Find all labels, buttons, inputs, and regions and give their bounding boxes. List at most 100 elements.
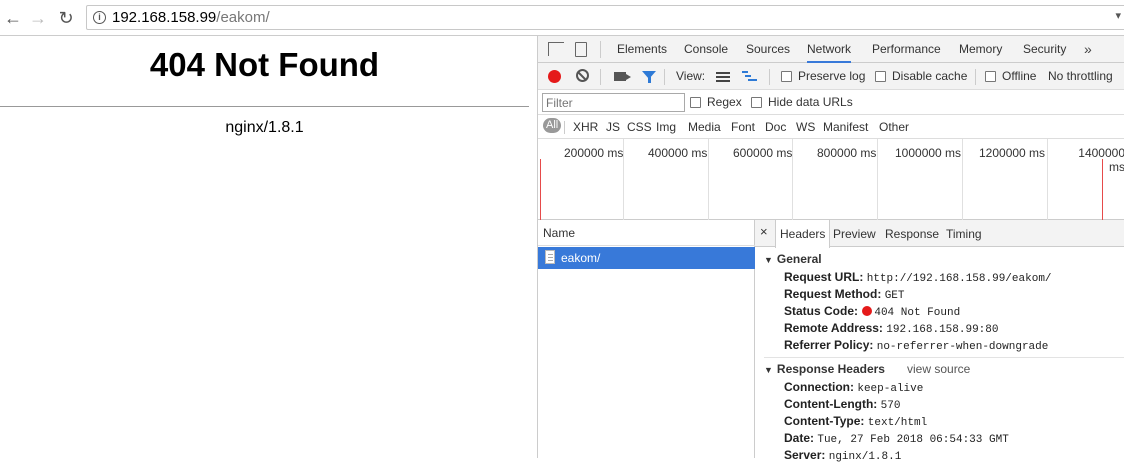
filter-icon[interactable] — [642, 71, 656, 83]
tab-network[interactable]: Network — [807, 36, 852, 63]
tab-memory[interactable]: Memory — [959, 36, 1002, 63]
referrer-policy-row: Referrer Policy: no-referrer-when-downgr… — [784, 338, 1048, 353]
header-value: 404 Not Found — [874, 307, 961, 319]
resource-type-filters: All XHR JS CSS Img Media Font Doc WS Man… — [538, 115, 1124, 139]
request-list: Name eakom/ — [538, 220, 755, 458]
connection-row: Connection: keep-alive — [784, 380, 923, 395]
type-font[interactable]: Font — [731, 120, 755, 134]
regex-checkbox[interactable] — [690, 97, 701, 108]
header-key: Connection: — [784, 380, 854, 394]
document-icon — [545, 250, 555, 264]
close-icon[interactable]: × — [760, 224, 768, 239]
separator — [769, 69, 770, 85]
info-icon[interactable]: i — [93, 11, 106, 24]
header-key: Referrer Policy: — [784, 338, 874, 352]
type-other[interactable]: Other — [879, 120, 909, 134]
network-overview-timeline[interactable]: 200000 ms 400000 ms 600000 ms 800000 ms … — [538, 139, 1124, 220]
reload-icon[interactable]: ↻ — [56, 8, 76, 28]
separator — [564, 121, 565, 134]
regex-label: Regex — [707, 95, 742, 109]
detail-tab-bar: × Headers Preview Response Timing — [755, 220, 1124, 248]
header-value: 192.168.158.99:80 — [886, 324, 999, 336]
separator — [600, 69, 601, 85]
back-arrow-icon[interactable]: ← — [3, 8, 23, 28]
device-toolbar-icon[interactable] — [575, 42, 587, 57]
response-headers-title: Response Headers — [776, 362, 885, 376]
filter-bar: Regex Hide data URLs — [538, 90, 1124, 115]
timeline-tick-label: 1400000 ms — [1078, 146, 1124, 174]
tab-timing[interactable]: Timing — [946, 220, 982, 247]
view-source-link[interactable]: view source — [907, 362, 970, 376]
server-row: Server: nginx/1.8.1 — [784, 448, 901, 463]
separator — [664, 69, 665, 85]
type-media[interactable]: Media — [688, 120, 721, 134]
capture-screenshots-icon[interactable] — [614, 72, 631, 81]
remote-address-row: Remote Address: 192.168.158.99:80 — [784, 321, 998, 336]
request-method-row: Request Method: GET — [784, 287, 905, 302]
triangle-down-icon: ▼ — [764, 255, 773, 265]
type-img[interactable]: Img — [656, 120, 676, 134]
type-doc[interactable]: Doc — [765, 120, 786, 134]
address-bar[interactable]: i 192.168.158.99/eakom/ ▾ — [86, 5, 1124, 30]
page-viewport: 404 Not Found nginx/1.8.1 — [0, 36, 537, 458]
offline-checkbox[interactable] — [985, 71, 996, 82]
response-headers-section-toggle[interactable]: ▼ Response Headers — [764, 362, 885, 376]
overview-icon[interactable] — [742, 71, 757, 83]
header-value: no-referrer-when-downgrade — [876, 341, 1049, 353]
name-column-header[interactable]: Name — [538, 220, 755, 246]
header-key: Status Code: — [784, 304, 859, 318]
type-all[interactable]: All — [543, 118, 562, 133]
header-key: Date: — [784, 431, 815, 445]
header-key: Content-Type: — [784, 414, 865, 428]
tab-response[interactable]: Response — [885, 220, 939, 247]
page-title: 404 Not Found — [149, 46, 380, 83]
tab-security[interactable]: Security — [1023, 36, 1066, 63]
record-icon[interactable] — [548, 70, 561, 83]
header-key: Remote Address: — [784, 321, 883, 335]
forward-arrow-icon[interactable]: → — [28, 8, 48, 28]
clear-icon[interactable] — [576, 69, 589, 82]
tab-headers[interactable]: Headers — [775, 220, 831, 248]
general-section-toggle[interactable]: ▼ General — [764, 252, 822, 266]
throttling-select[interactable]: No throttling — [1048, 69, 1113, 83]
more-tabs-icon[interactable]: » — [1084, 36, 1092, 63]
inspect-element-icon[interactable] — [548, 42, 564, 56]
offline-label: Offline — [1002, 69, 1037, 83]
type-xhr[interactable]: XHR — [573, 120, 598, 134]
tab-console[interactable]: Console — [684, 36, 728, 63]
type-css[interactable]: CSS — [627, 120, 652, 134]
header-key: Request Method: — [784, 287, 882, 301]
header-value: GET — [884, 290, 905, 302]
status-error-icon — [862, 306, 873, 316]
filter-input[interactable] — [542, 93, 685, 112]
view-label: View: — [676, 69, 706, 83]
timeline-gridline — [1047, 139, 1048, 220]
separator — [975, 69, 976, 85]
content-length-row: Content-Length: 570 — [784, 397, 900, 412]
chevron-down-icon[interactable]: ▾ — [1115, 9, 1121, 22]
type-manifest[interactable]: Manifest — [823, 120, 868, 134]
large-rows-icon[interactable] — [716, 72, 730, 82]
timeline-tick-label: 400000 ms — [648, 146, 708, 160]
timeline-gridline — [877, 139, 878, 220]
header-key: Server: — [784, 448, 826, 462]
header-key: Content-Length: — [784, 397, 878, 411]
request-row[interactable]: eakom/ — [538, 247, 755, 269]
load-event-marker — [1102, 159, 1103, 220]
header-key: Request URL: — [784, 270, 864, 284]
browser-toolbar: ← → ↻ i 192.168.158.99/eakom/ ▾ — [0, 0, 1124, 36]
url-text[interactable]: 192.168.158.99/eakom/ — [112, 9, 270, 26]
timeline-tick-label: 1200000 ms — [979, 146, 1046, 160]
tab-sources[interactable]: Sources — [746, 36, 790, 63]
timeline-gridline — [962, 139, 963, 220]
type-js[interactable]: JS — [606, 120, 620, 134]
hide-data-urls-checkbox[interactable] — [751, 97, 762, 108]
tab-elements[interactable]: Elements — [617, 36, 667, 63]
type-ws[interactable]: WS — [796, 120, 815, 134]
preserve-log-checkbox[interactable] — [781, 71, 792, 82]
tab-performance[interactable]: Performance — [872, 36, 941, 63]
triangle-down-icon: ▼ — [764, 365, 773, 375]
tab-preview[interactable]: Preview — [833, 220, 876, 247]
url-host: 192.168.158.99 — [112, 9, 217, 26]
disable-cache-checkbox[interactable] — [875, 71, 886, 82]
